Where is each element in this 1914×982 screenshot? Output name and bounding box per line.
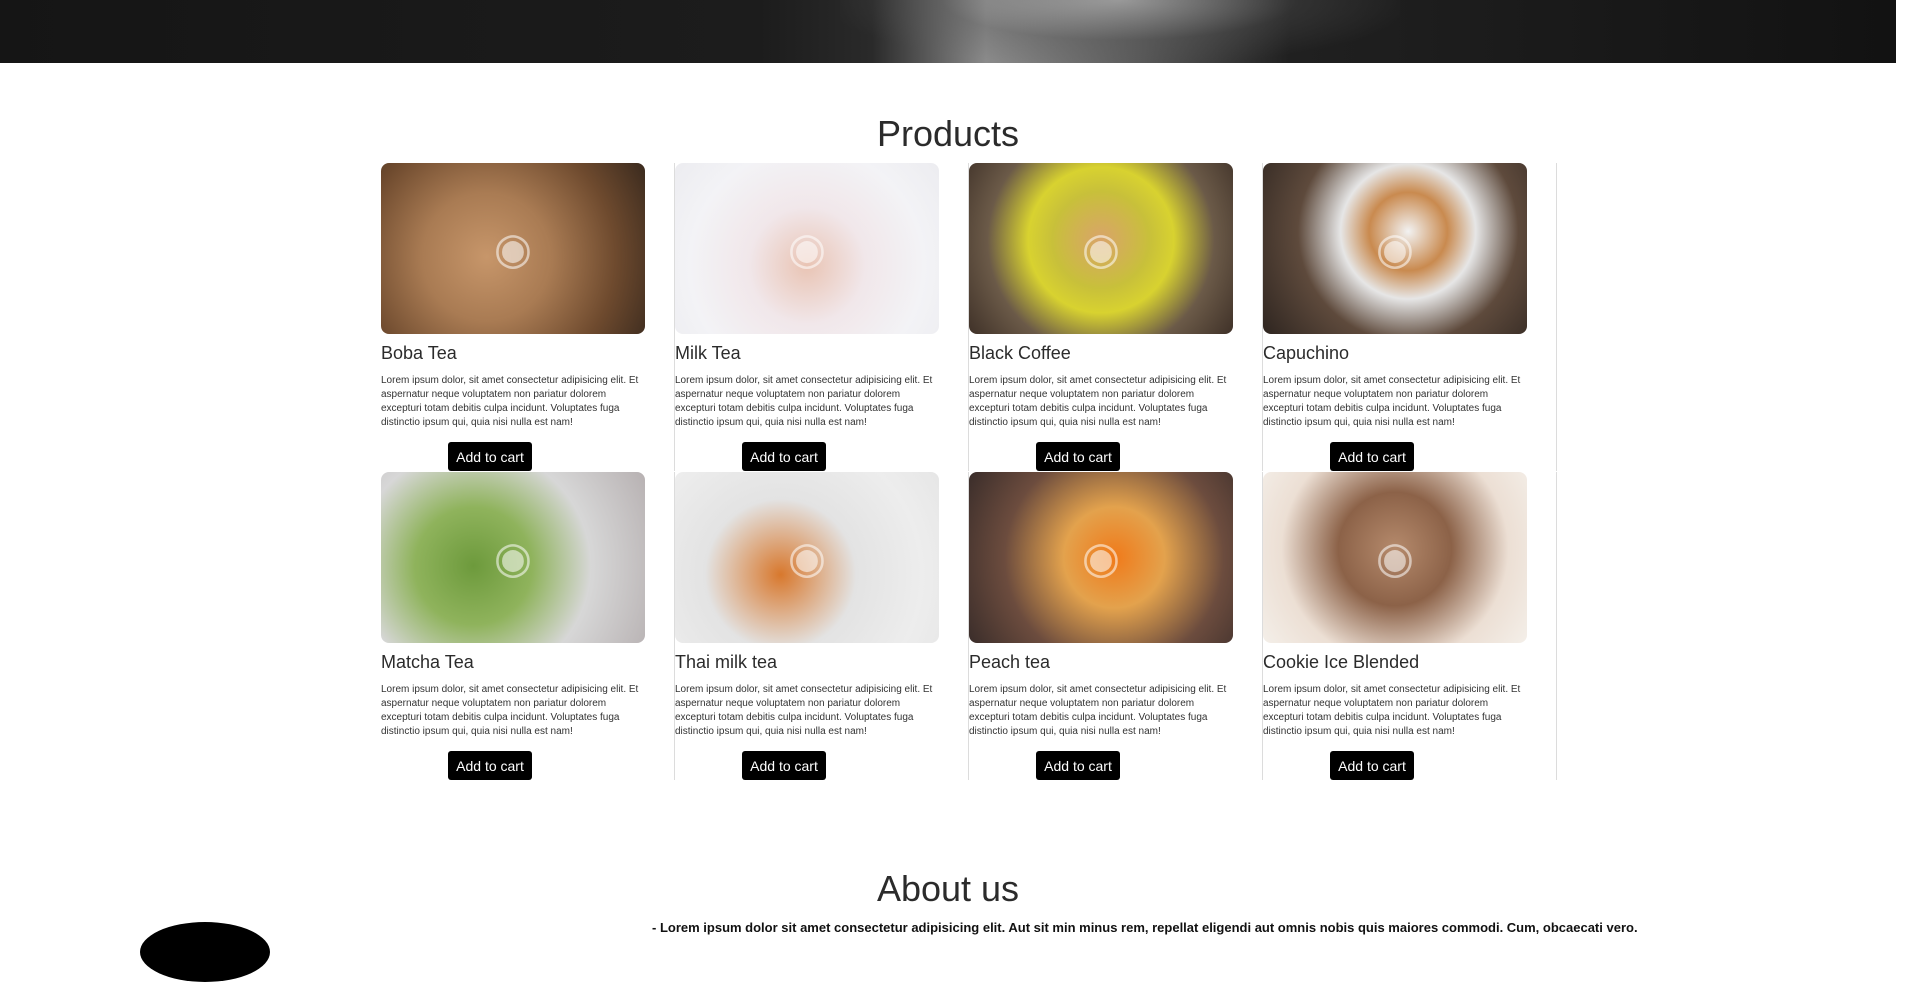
add-to-cart-button[interactable]: Add to cart <box>742 442 826 471</box>
add-to-cart-button[interactable]: Add to cart <box>1330 751 1414 780</box>
product-card-cookie-ice-blended: ◉ Cookie Ice Blended Lorem ipsum dolor, … <box>1263 472 1557 780</box>
black-coffee-image: ◉ <box>969 163 1233 334</box>
product-name: Boba Tea <box>381 343 457 363</box>
drink-icon: ◉ <box>493 533 533 582</box>
capuchino-image: ◉ <box>1263 163 1527 334</box>
product-name: Black Coffee <box>969 343 1071 363</box>
drink-icon: ◉ <box>1375 533 1415 582</box>
drink-icon: ◉ <box>787 533 827 582</box>
coffee-icon: ◉ <box>1081 224 1121 273</box>
product-card-matcha-tea: ◉ Matcha Tea Lorem ipsum dolor, sit amet… <box>381 472 675 780</box>
matcha-tea-image: ◉ <box>381 472 645 643</box>
about-text: - Lorem ipsum dolor sit amet consectetur… <box>652 920 1638 935</box>
hero-image <box>840 0 1400 63</box>
product-name: Thai milk tea <box>675 652 778 672</box>
product-card-capuchino: ◉ Capuchino Lorem ipsum dolor, sit amet … <box>1263 163 1557 471</box>
milk-tea-image: ◉ <box>675 163 939 334</box>
product-name: Capuchino <box>1263 343 1350 363</box>
cookie-ice-blended-image: ◉ <box>1263 472 1527 643</box>
drink-icon: ◉ <box>1081 533 1121 582</box>
product-description: Lorem ipsum dolor, sit amet consectetur … <box>381 684 639 737</box>
drink-icon: ◉ <box>493 224 533 273</box>
product-card-thai-milk-tea: ◉ Thai milk tea Lorem ipsum dolor, sit a… <box>675 472 969 780</box>
product-description: Lorem ipsum dolor, sit amet consectetur … <box>381 375 639 428</box>
add-to-cart-button[interactable]: Add to cart <box>1330 442 1414 471</box>
product-name: Cookie Ice Blended <box>1263 652 1420 672</box>
add-to-cart-button[interactable]: Add to cart <box>448 751 532 780</box>
product-description: Lorem ipsum dolor, sit amet consectetur … <box>675 375 933 428</box>
product-description: Lorem ipsum dolor, sit amet consectetur … <box>969 375 1227 428</box>
products-heading: Products <box>876 113 1020 154</box>
coffee-icon: ◉ <box>1375 224 1415 273</box>
add-to-cart-button[interactable]: Add to cart <box>1036 442 1120 471</box>
product-description: Lorem ipsum dolor, sit amet consectetur … <box>675 684 933 737</box>
add-to-cart-button[interactable]: Add to cart <box>742 751 826 780</box>
about-logo <box>140 922 270 982</box>
product-card-black-coffee: ◉ Black Coffee Lorem ipsum dolor, sit am… <box>969 163 1263 471</box>
product-name: Matcha Tea <box>381 652 474 672</box>
product-name: Milk Tea <box>675 343 741 363</box>
add-to-cart-button[interactable]: Add to cart <box>448 442 532 471</box>
thai-milk-tea-image: ◉ <box>675 472 939 643</box>
about-heading: About us <box>876 868 1020 909</box>
hero-banner <box>0 0 1896 63</box>
drink-icon: ◉ <box>787 224 827 273</box>
product-description: Lorem ipsum dolor, sit amet consectetur … <box>1263 375 1521 428</box>
product-grid: ◉ Boba Tea Lorem ipsum dolor, sit amet c… <box>381 163 1557 780</box>
scrollbar[interactable] <box>1896 0 1914 931</box>
product-card-boba-tea: ◉ Boba Tea Lorem ipsum dolor, sit amet c… <box>381 163 675 471</box>
add-to-cart-button[interactable]: Add to cart <box>1036 751 1120 780</box>
product-description: Lorem ipsum dolor, sit amet consectetur … <box>1263 684 1521 737</box>
product-card-milk-tea: ◉ Milk Tea Lorem ipsum dolor, sit amet c… <box>675 163 969 471</box>
product-card-peach-tea: ◉ Peach tea Lorem ipsum dolor, sit amet … <box>969 472 1263 780</box>
peach-tea-image: ◉ <box>969 472 1233 643</box>
product-description: Lorem ipsum dolor, sit amet consectetur … <box>969 684 1227 737</box>
product-name: Peach tea <box>969 652 1051 672</box>
boba-tea-image: ◉ <box>381 163 645 334</box>
